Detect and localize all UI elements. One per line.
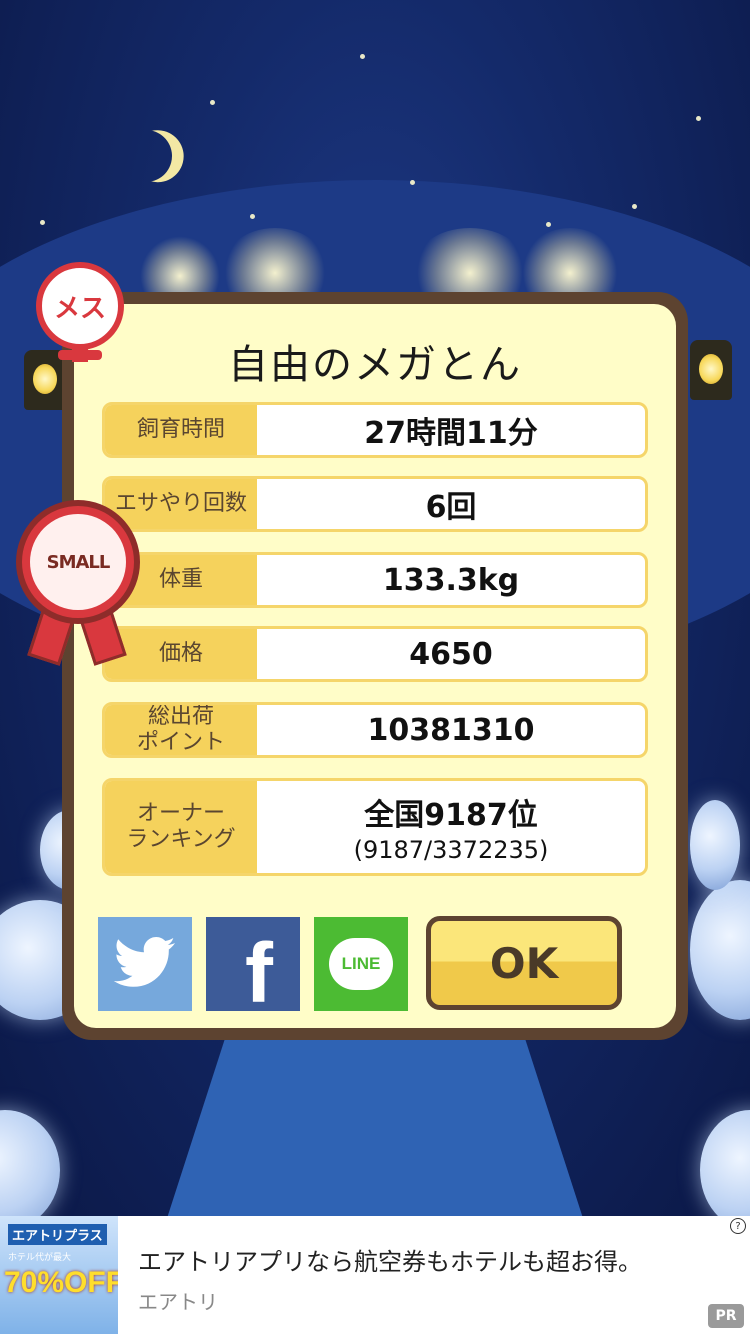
female-symbol-bar bbox=[58, 350, 102, 360]
stat-value: 27時間11分 bbox=[364, 416, 538, 451]
stat-label: エサやり回数 bbox=[105, 479, 257, 529]
ad-thumb-small-text: ホテル代が最大 bbox=[8, 1253, 72, 1263]
stat-label: オーナー ランキング bbox=[105, 781, 257, 873]
stat-value: 全国9187位 (9187/3372235) bbox=[257, 781, 645, 873]
star bbox=[210, 100, 215, 105]
size-badge: SMALL bbox=[30, 514, 126, 610]
stat-row-weight: 体重 133.3kg bbox=[102, 552, 648, 608]
star bbox=[250, 214, 255, 219]
twitter-share-button[interactable] bbox=[98, 917, 192, 1011]
lamp-right bbox=[690, 340, 732, 400]
stat-value: 4650 bbox=[409, 636, 493, 672]
dialog-panel: 自由のメガとん 飼育時間 27時間11分 エサやり回数 6回 体重 133.3k… bbox=[74, 304, 676, 1028]
stat-label: 総出荷 ポイント bbox=[105, 705, 257, 755]
stat-value: 133.3kg bbox=[382, 562, 520, 598]
star bbox=[410, 180, 415, 185]
light-orb bbox=[0, 1110, 60, 1216]
star bbox=[360, 54, 365, 59]
stat-label: 飼育時間 bbox=[105, 405, 257, 455]
ranking-value: 全国9187位 bbox=[364, 798, 538, 833]
gender-label: メス bbox=[53, 293, 106, 324]
stat-row-owner-ranking: オーナー ランキング 全国9187位 (9187/3372235) bbox=[102, 778, 648, 876]
ad-thumb-brand: エアトリプラス bbox=[8, 1224, 107, 1245]
ad-info-icon[interactable]: ? bbox=[730, 1218, 746, 1234]
star bbox=[40, 220, 45, 225]
twitter-icon bbox=[113, 937, 175, 987]
pig-name-title: 自由のメガとん bbox=[228, 342, 522, 388]
gender-badge: メス bbox=[36, 262, 124, 350]
ad-title[interactable]: エアトリアプリなら航空券もホテルも超お得。 bbox=[138, 1242, 642, 1277]
moon-icon bbox=[110, 120, 181, 191]
pig-result-dialog: 自由のメガとん 飼育時間 27時間11分 エサやり回数 6回 体重 133.3k… bbox=[62, 292, 688, 1040]
rosette-icon: SMALL bbox=[16, 500, 140, 624]
stat-label: 価格 bbox=[105, 629, 257, 679]
stat-row-price: 価格 4650 bbox=[102, 626, 648, 682]
star bbox=[546, 222, 551, 227]
ad-pr-badge: PR bbox=[708, 1304, 744, 1328]
light-orb bbox=[690, 880, 750, 1020]
stat-row-shipping-points: 総出荷 ポイント 10381310 bbox=[102, 702, 648, 758]
ok-button[interactable]: OK bbox=[426, 916, 622, 1010]
line-icon: LINE bbox=[329, 938, 393, 990]
stat-row-feeding-time: 飼育時間 27時間11分 bbox=[102, 402, 648, 458]
stat-value: 10381310 bbox=[367, 712, 535, 748]
light-orb bbox=[690, 800, 740, 890]
line-share-button[interactable]: LINE bbox=[314, 917, 408, 1011]
star bbox=[696, 116, 701, 121]
facebook-icon: f bbox=[245, 926, 273, 1020]
ad-banner[interactable]: エアトリプラス ホテル代が最大 70%OFF!! エアトリアプリなら航空券もホテ… bbox=[0, 1216, 750, 1334]
size-label: SMALL bbox=[46, 551, 111, 573]
light-orb bbox=[700, 1110, 750, 1216]
facebook-share-button[interactable]: f bbox=[206, 917, 300, 1020]
stat-row-feed-count: エサやり回数 6回 bbox=[102, 476, 648, 532]
ranking-detail: (9187/3372235) bbox=[353, 836, 549, 864]
ad-thumb-promo: 70%OFF!! bbox=[4, 1266, 118, 1299]
ad-source: エアトリ bbox=[138, 1290, 218, 1314]
ad-thumbnail[interactable]: エアトリプラス ホテル代が最大 70%OFF!! bbox=[0, 1216, 118, 1334]
stat-value: 6回 bbox=[425, 490, 477, 525]
star bbox=[632, 204, 637, 209]
